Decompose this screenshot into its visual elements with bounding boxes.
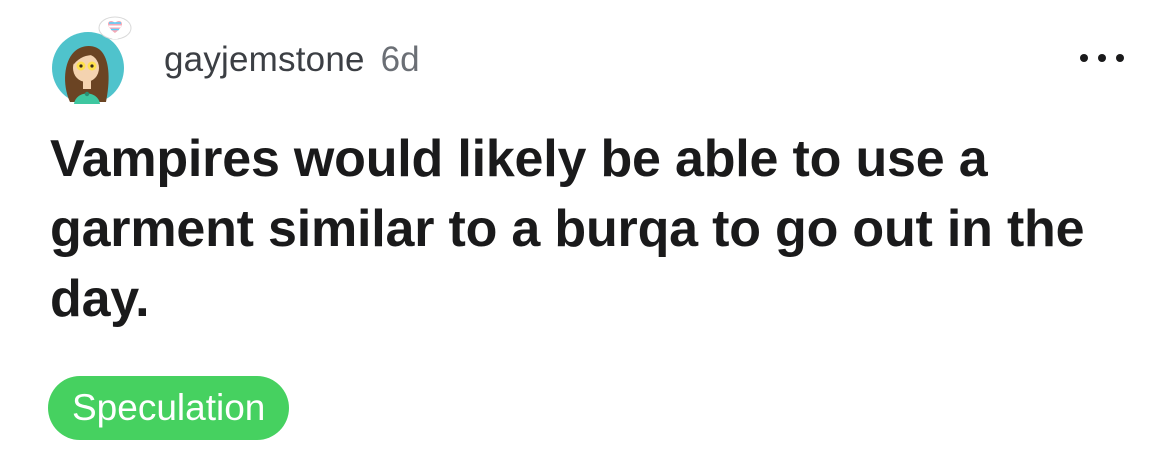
more-horizontal-icon	[1080, 54, 1088, 62]
author-username[interactable]: gayjemstone	[164, 40, 365, 80]
post-header: gayjemstone 6d	[52, 14, 1124, 106]
trans-flag-heart-icon	[98, 16, 132, 40]
post-title[interactable]: Vampires would likely be able to use a g…	[50, 124, 1140, 334]
post-flair-badge[interactable]: Speculation	[48, 376, 290, 440]
post-age: 6d	[380, 40, 420, 79]
more-horizontal-icon-dot	[1098, 54, 1106, 62]
avatar-icon	[52, 32, 124, 104]
author-avatar[interactable]	[52, 16, 132, 104]
more-options-button[interactable]	[1080, 44, 1124, 72]
more-horizontal-icon-dot	[1116, 54, 1124, 62]
